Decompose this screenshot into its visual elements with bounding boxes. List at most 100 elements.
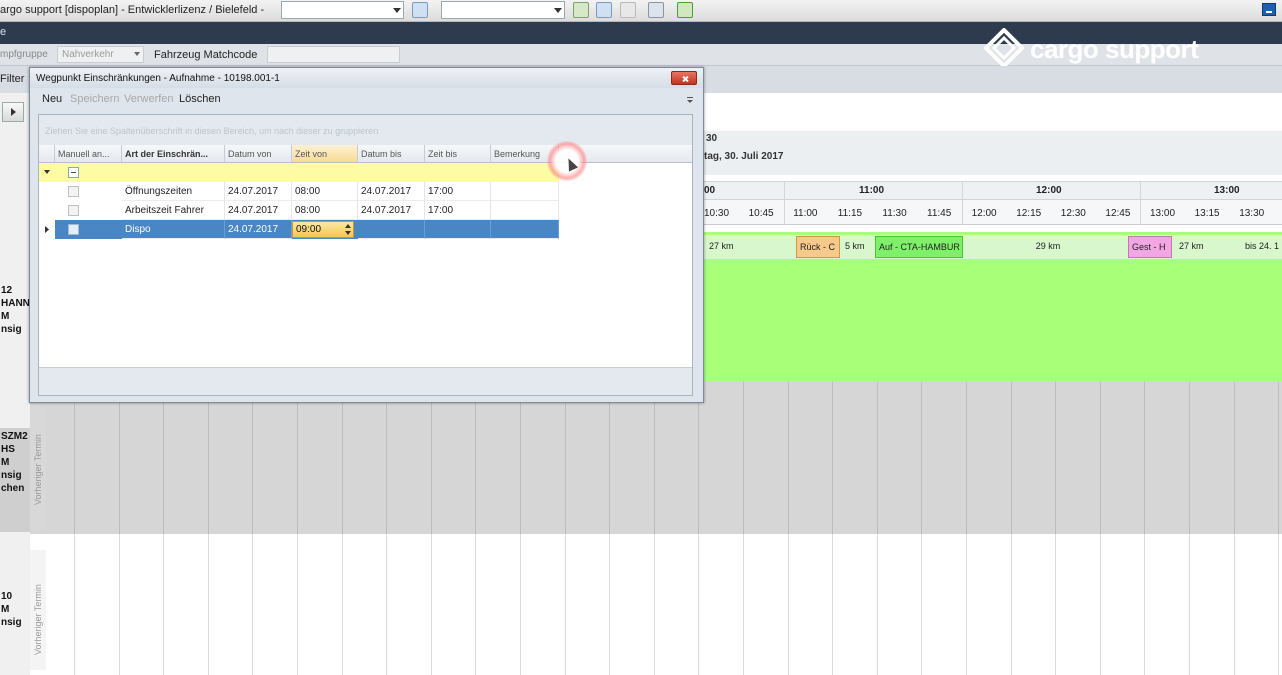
tour-segment[interactable]: 5 km bbox=[842, 236, 872, 258]
add-icon[interactable] bbox=[573, 2, 589, 18]
group-select[interactable]: Nahverkehr bbox=[57, 46, 144, 63]
tour-segment[interactable]: Auf - CTA-HAMBUR bbox=[875, 236, 963, 258]
tour-segment[interactable]: Rück - C bbox=[796, 236, 840, 258]
column-header-time-to[interactable]: Zeit bis bbox=[425, 145, 491, 162]
hour-label: 13:00 bbox=[1214, 185, 1240, 196]
play-button[interactable] bbox=[2, 102, 24, 122]
cell-date-from[interactable]: 24.07.2017 bbox=[225, 220, 292, 239]
chevron-down-icon bbox=[134, 52, 140, 56]
vertical-tab-label: Vorheriger Termin bbox=[33, 434, 43, 505]
vehicle-label-1[interactable]: 12 HANN M nsig bbox=[0, 284, 30, 336]
tour-segment[interactable]: 29 km bbox=[968, 236, 1128, 258]
manual-checkbox[interactable] bbox=[68, 186, 79, 197]
grid-line bbox=[1144, 534, 1146, 675]
grid-line bbox=[564, 534, 566, 675]
current-row-icon bbox=[45, 226, 49, 233]
table-row-selected[interactable]: Dispo 24.07.2017 09:00 bbox=[39, 220, 559, 239]
column-header-date-to[interactable]: Datum bis bbox=[358, 145, 425, 162]
filter-icon bbox=[44, 170, 50, 174]
table-row[interactable]: Öffnungszeiten 24.07.2017 08:00 24.07.20… bbox=[39, 182, 559, 201]
column-header-manual[interactable]: Manuell an... bbox=[55, 145, 122, 162]
cell-remark[interactable] bbox=[491, 201, 559, 220]
cell-type[interactable]: Dispo bbox=[122, 220, 225, 239]
toolbar-combo-2[interactable] bbox=[441, 1, 565, 19]
spinner-icon[interactable] bbox=[345, 223, 352, 236]
hour-label: 11:00 bbox=[859, 185, 885, 196]
minimize-button[interactable] bbox=[1262, 3, 1276, 16]
grid-line bbox=[876, 382, 878, 534]
toolbar-combo-1[interactable] bbox=[281, 1, 404, 19]
grid-line bbox=[966, 534, 967, 675]
gantt-header-date: tag, 30. Juli 2017 bbox=[704, 151, 784, 162]
cell-time-from[interactable]: 08:00 bbox=[292, 182, 358, 201]
grid-line bbox=[1055, 534, 1057, 675]
tour-segment[interactable]: Gest - H bbox=[1128, 236, 1172, 258]
cell-remark[interactable] bbox=[491, 220, 559, 239]
dialog-title-bar[interactable]: Wegpunkt Einschränkungen - Aufnahme - 10… bbox=[30, 68, 703, 88]
tour-segment[interactable]: 27 km bbox=[706, 236, 791, 258]
tour-segment[interactable]: bis 24. 1 bbox=[1242, 236, 1282, 258]
print-icon[interactable] bbox=[648, 2, 664, 18]
vertical-tab[interactable]: Vorheriger Termin bbox=[30, 405, 46, 530]
vehicle-label-2[interactable]: SZM2 HS M nsig chen bbox=[0, 428, 30, 532]
discard-button[interactable]: Verwerfen bbox=[124, 93, 174, 105]
cell-date-to[interactable]: 24.07.2017 bbox=[358, 182, 425, 201]
cell-date-from[interactable]: 24.07.2017 bbox=[225, 201, 292, 220]
window-title: argo support [dispoplan] - Entwicklerliz… bbox=[0, 4, 265, 16]
cell-date-from[interactable]: 24.07.2017 bbox=[225, 182, 292, 201]
vehicle-label-3[interactable]: 10 M nsig bbox=[0, 590, 30, 629]
manual-checkbox[interactable] bbox=[68, 224, 79, 235]
cell-time-to[interactable]: 17:00 bbox=[425, 182, 491, 201]
column-header-date-from[interactable]: Datum von bbox=[225, 145, 292, 162]
cell-time-to[interactable] bbox=[425, 220, 491, 239]
grid-line bbox=[653, 382, 655, 534]
new-button[interactable]: Neu bbox=[42, 93, 62, 105]
minute-label: 11:30 bbox=[882, 208, 907, 219]
grid-line bbox=[698, 382, 700, 534]
logo-icon bbox=[984, 28, 1024, 68]
cell-time-from[interactable]: 08:00 bbox=[292, 201, 358, 220]
cell-remark[interactable] bbox=[491, 182, 559, 201]
chevron-down-icon bbox=[393, 8, 401, 13]
overflow-menu-icon[interactable] bbox=[687, 97, 693, 103]
minute-label: 13:15 bbox=[1194, 208, 1220, 219]
matchcode-input[interactable] bbox=[267, 46, 400, 63]
close-button[interactable] bbox=[671, 71, 697, 85]
table-row[interactable]: Arbeitszeit Fahrer 24.07.2017 08:00 24.0… bbox=[39, 201, 559, 220]
column-header-time-from[interactable]: Zeit von bbox=[292, 145, 358, 162]
vehicle-line: SZM2 bbox=[1, 431, 28, 442]
vertical-tab[interactable]: Vorheriger Termin bbox=[30, 550, 46, 670]
grid-line bbox=[564, 382, 566, 534]
refresh-icon[interactable] bbox=[596, 2, 612, 18]
manual-checkbox[interactable] bbox=[68, 205, 79, 216]
cell-date-to[interactable] bbox=[358, 220, 425, 239]
upload-icon[interactable] bbox=[677, 2, 693, 18]
minute-label: 11:45 bbox=[927, 208, 952, 219]
grid-line bbox=[118, 534, 120, 675]
group-by-area[interactable]: Ziehen Sie eine Spaltenüberschrift in di… bbox=[39, 115, 692, 145]
grid-line bbox=[832, 534, 834, 675]
cell-type[interactable]: Öffnungszeiten bbox=[122, 182, 225, 201]
restrictions-grid[interactable]: Ziehen Sie eine Spaltenüberschrift in di… bbox=[38, 114, 693, 396]
grid-line bbox=[1278, 534, 1280, 675]
save-button[interactable]: Speichern bbox=[70, 93, 120, 105]
delete-button[interactable]: Löschen bbox=[179, 93, 221, 105]
hour-separator bbox=[1140, 181, 1141, 225]
tour-segment[interactable]: 27 km bbox=[1176, 236, 1236, 258]
filter-row[interactable] bbox=[39, 163, 559, 182]
time-from-editor[interactable]: 09:00 bbox=[292, 221, 354, 238]
filter-label[interactable]: Filter bbox=[0, 73, 24, 85]
cell-time-to[interactable]: 17:00 bbox=[425, 201, 491, 220]
cell-type[interactable]: Arbeitszeit Fahrer bbox=[122, 201, 225, 220]
grid-line bbox=[1055, 382, 1057, 534]
column-header-type[interactable]: Art der Einschrän... bbox=[122, 145, 225, 162]
cell-date-to[interactable]: 24.07.2017 bbox=[358, 201, 425, 220]
grid-line bbox=[966, 382, 967, 534]
column-header-row: Manuell an... Art der Einschrän... Datum… bbox=[39, 145, 692, 163]
edit-icon[interactable] bbox=[620, 2, 636, 18]
filter-checkbox[interactable] bbox=[68, 167, 79, 178]
minute-label: 12:30 bbox=[1060, 208, 1086, 219]
cargo-support-logo: cargo support bbox=[984, 28, 1264, 68]
dialog-menu: Neu Speichern Verwerfen Löschen bbox=[30, 88, 703, 110]
save-icon[interactable] bbox=[412, 2, 428, 18]
